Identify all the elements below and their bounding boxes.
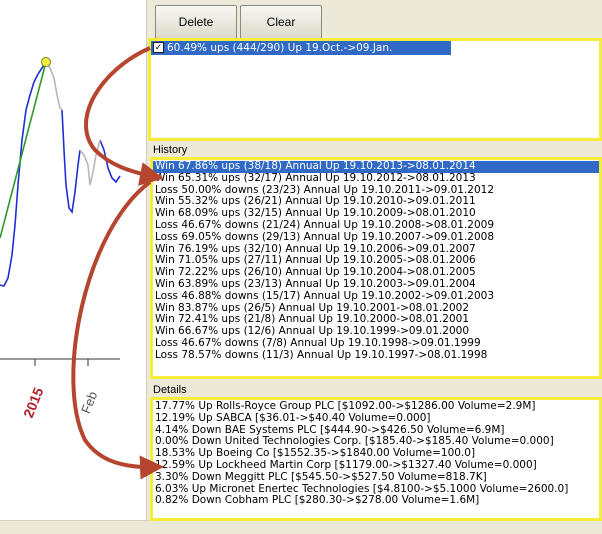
delete-button[interactable]: Delete xyxy=(155,5,237,39)
highlight-frame-history xyxy=(150,157,602,379)
selection-point xyxy=(41,57,51,67)
clear-button[interactable]: Clear xyxy=(240,5,322,39)
history-label: History xyxy=(153,144,188,156)
highlight-frame-details xyxy=(150,397,602,521)
status-strip xyxy=(0,520,602,534)
details-label: Details xyxy=(153,384,187,396)
trend-line xyxy=(0,61,47,239)
price-line-continued xyxy=(61,109,81,215)
price-chart xyxy=(0,57,121,366)
projection-line xyxy=(45,61,101,186)
price-line xyxy=(0,61,47,287)
chart-area[interactable]: 2015 Feb xyxy=(0,0,146,520)
price-line-tail xyxy=(99,139,121,184)
highlight-frame-selection xyxy=(148,38,602,141)
